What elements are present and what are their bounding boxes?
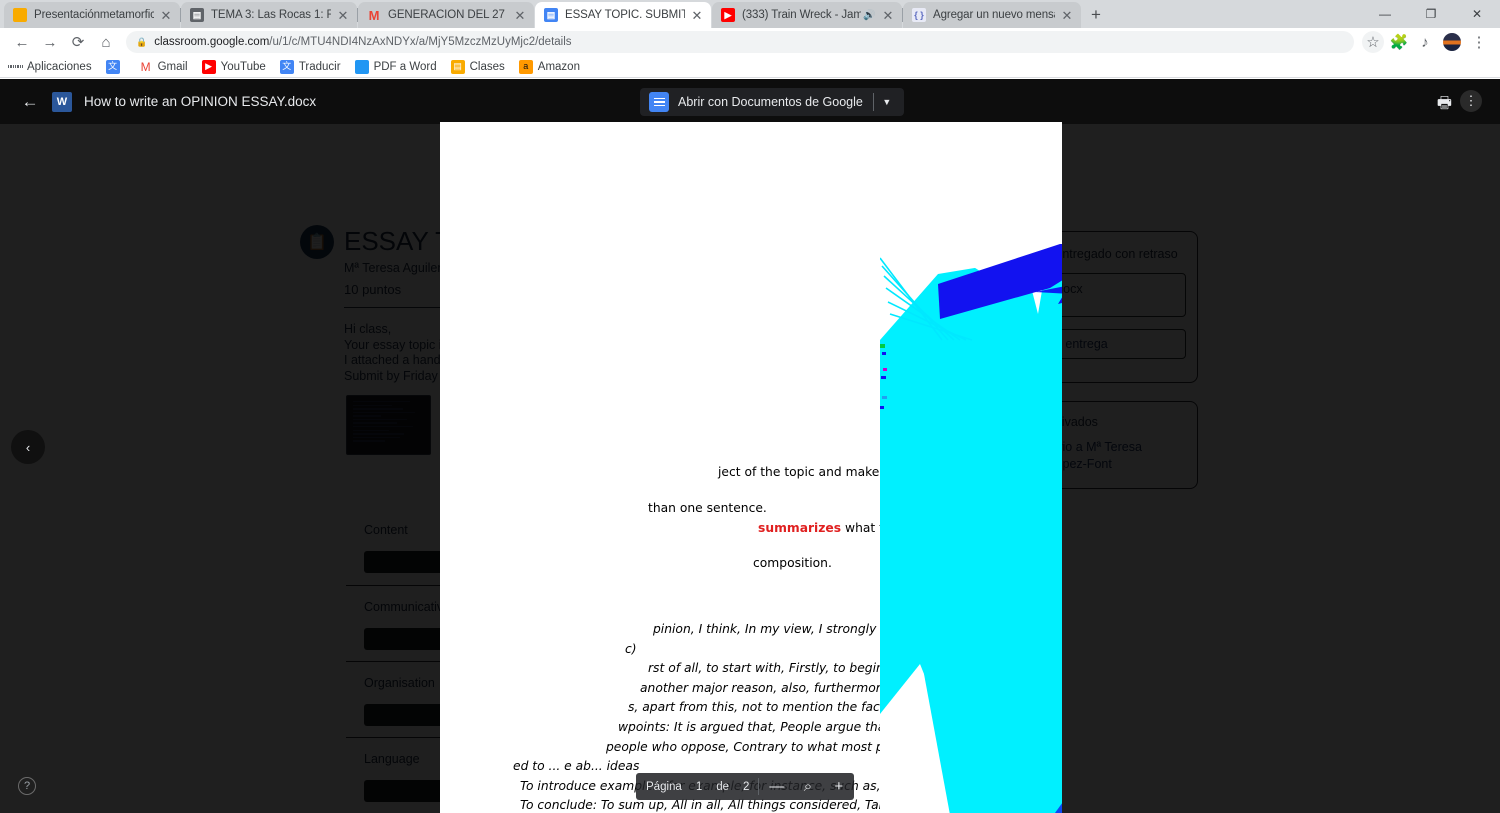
page-total-number: 2 <box>743 780 750 793</box>
viewer-more-menu-icon[interactable]: ⋮ <box>1460 90 1482 112</box>
document-viewer: ← W How to write an OPINION ESSAY.docx A… <box>0 0 1500 813</box>
doc-line-sentence: than one sentence. <box>648 501 767 516</box>
doc-highlight-summarizes: summarizes <box>758 520 842 535</box>
print-icon[interactable]: 🖶 <box>1437 92 1452 119</box>
google-docs-icon <box>649 92 669 112</box>
doc-line-another: another major reason, also, furthermore,… <box>640 680 959 695</box>
open-with-label: Abrir con Documentos de Google <box>678 95 863 109</box>
doc-line-summarizes: summarizes what the paragraph is <box>458 520 1048 537</box>
page-label: Página <box>646 780 682 793</box>
zoom-in-button[interactable]: + <box>823 778 854 795</box>
doc-line-composition: composition. <box>753 556 832 571</box>
page-navigation-toolbar: Página 1 de 2 — ⌕ + <box>636 773 855 800</box>
document-text: de contrasting ject of the topic and mak… <box>440 122 1062 813</box>
viewer-file-name: How to write an OPINION ESSAY.docx <box>84 94 317 109</box>
doc-line-oppose: people who oppose, Contrary to what most… <box>606 739 971 754</box>
page-of-label: de <box>716 780 730 793</box>
viewer-back-icon[interactable]: ← <box>8 92 52 112</box>
chevron-down-icon[interactable]: ▼ <box>874 97 900 107</box>
doc-line-summarizes-rest: what the paragraph is <box>841 520 981 535</box>
browser-window: Presentaciónmetamorficas2bach ✕ ▤ TEMA 3… <box>0 0 1500 813</box>
doc-line-opinion: pinion, I think, In my view, I strongly … <box>653 621 929 636</box>
doc-line-viewpoints: wpoints: It is argued that, People argue… <box>618 719 966 734</box>
doc-line-topic: ject of the topic and make a <box>718 464 891 479</box>
doc-line-etc: c) <box>625 641 637 656</box>
doc-line-apart: s, apart from this, not to mention the f… <box>628 700 914 715</box>
divider <box>758 778 760 795</box>
zoom-level-icon[interactable]: ⌕ <box>792 778 823 795</box>
page-current-number[interactable]: 1 <box>689 781 709 793</box>
help-icon[interactable]: ? <box>18 777 36 795</box>
doc-line-contrasting: de contrasting <box>958 349 1048 363</box>
doc-line-firstly: rst of all, to start with, Firstly, to b… <box>648 661 936 676</box>
word-file-icon: W <box>52 91 72 112</box>
open-with-google-docs-button[interactable]: Abrir con Documentos de Google ▼ <box>640 88 904 116</box>
document-page[interactable]: de contrasting ject of the topic and mak… <box>440 122 1062 813</box>
collapse-panel-button[interactable]: ‹ <box>11 430 45 464</box>
zoom-out-button[interactable]: — <box>761 778 792 795</box>
